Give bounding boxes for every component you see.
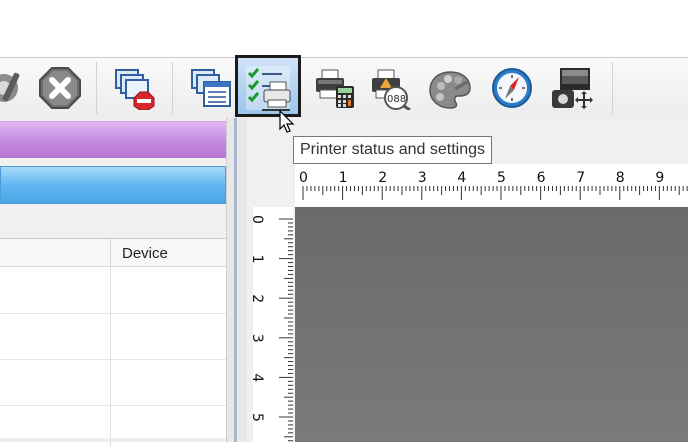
image-move-icon [552, 68, 593, 109]
tools-button[interactable] [0, 58, 30, 116]
left-panel: Device [0, 118, 226, 447]
title-area [0, 0, 688, 57]
ruler-v-label: 1 [253, 255, 265, 264]
compass-button[interactable] [482, 58, 538, 116]
palette-button[interactable] [420, 58, 476, 116]
grid-header: Device [0, 238, 226, 268]
compass-icon [492, 68, 532, 108]
tools-icon [0, 72, 20, 102]
printer-status-icon [246, 66, 291, 111]
table-row[interactable] [0, 313, 226, 314]
ruler-h-label: 4 [457, 170, 466, 186]
pane-splitter[interactable] [226, 118, 247, 442]
toolbar: 088 [0, 55, 688, 119]
svg-text:088: 088 [387, 94, 406, 105]
ruler-h-label: 9 [655, 170, 664, 186]
printer-calculator-icon [316, 69, 354, 108]
purple-header-bar[interactable] [0, 121, 226, 158]
printer-counter-icon: 088 [372, 69, 411, 110]
palette-icon [429, 71, 471, 109]
ruler-h-label: 3 [418, 170, 427, 186]
blue-header-bar[interactable] [0, 166, 226, 204]
device-grid[interactable]: Device [0, 238, 226, 447]
stop-jobs-button[interactable] [104, 58, 160, 116]
cancel-button[interactable] [30, 58, 86, 116]
ruler-v-label: 0 [253, 215, 265, 224]
ruler-h-label: 1 [339, 170, 348, 186]
ruler-h-label: 8 [616, 170, 625, 186]
stop-jobs-icon [115, 69, 155, 110]
column-header-device[interactable]: Device [122, 245, 168, 262]
ruler-h-label: 2 [378, 170, 387, 186]
print-preview-canvas[interactable] [295, 207, 688, 442]
vertical-ruler: 0 1 2 3 4 5 [249, 207, 293, 442]
ruler-h-label: 0 [299, 170, 308, 186]
table-row[interactable] [0, 405, 226, 406]
ruler-h-label: 6 [537, 170, 546, 186]
ruler-h-label: 7 [576, 170, 585, 186]
ruler-v-label: 5 [253, 413, 265, 422]
ruler-v-label: 2 [253, 294, 265, 303]
cancel-x-icon [39, 67, 81, 109]
printer-status-button[interactable] [235, 55, 301, 117]
ruler-v-label: 4 [253, 373, 265, 382]
ruler-v-label: 3 [253, 334, 265, 343]
mouse-cursor-icon [279, 110, 295, 133]
table-row[interactable] [0, 359, 226, 360]
job-list-button[interactable] [180, 58, 236, 116]
image-move-button[interactable] [542, 58, 598, 116]
preview-panel: 0 1 2 3 4 5 6 7 8 9 0 1 2 3 4 5 [247, 118, 688, 442]
printer-counter-button[interactable]: 088 [360, 58, 416, 116]
job-list-icon [191, 69, 231, 107]
tooltip: Printer status and settings [293, 136, 492, 164]
ruler-h-label: 5 [497, 170, 506, 186]
horizontal-ruler: 0 1 2 3 4 5 6 7 8 9 [295, 164, 688, 207]
printer-calculator-button[interactable] [304, 58, 360, 116]
